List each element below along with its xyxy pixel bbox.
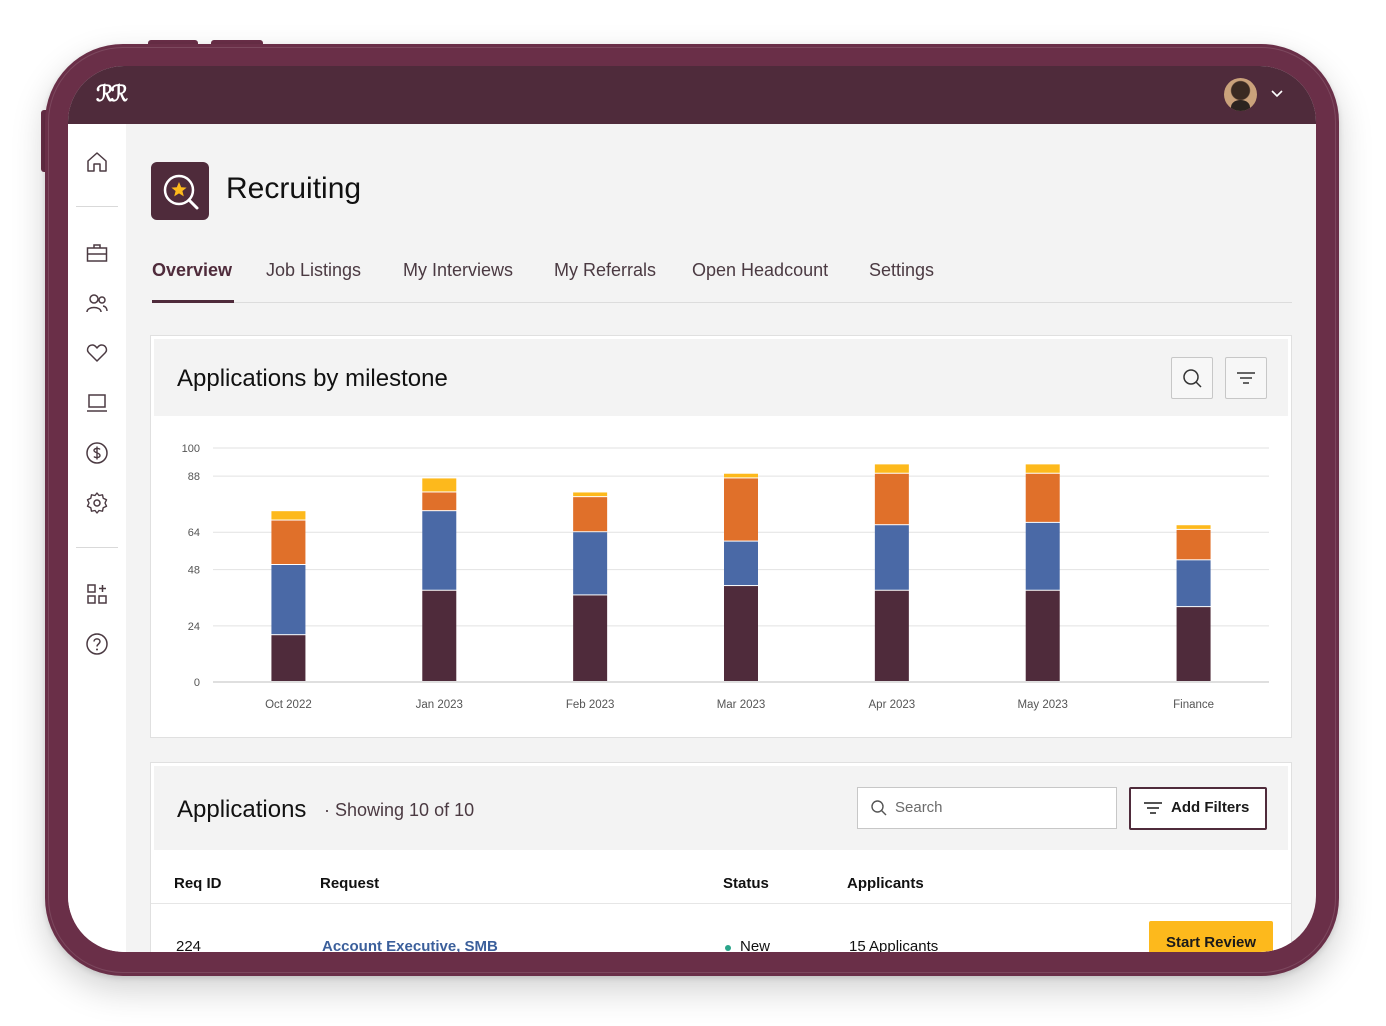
applications-header: Applications · Showing 10 of 10 Search A…	[154, 766, 1288, 850]
y-tick-label: 100	[182, 443, 200, 455]
briefcase-icon[interactable]	[85, 241, 109, 265]
x-tick-label: Apr 2023	[869, 699, 916, 711]
brand-logo[interactable]: ℛℛ	[96, 81, 128, 107]
applications-card: Applications · Showing 10 of 10 Search A…	[150, 762, 1292, 952]
home-icon[interactable]	[85, 150, 109, 174]
tab-my-referrals[interactable]: My Referrals	[554, 260, 656, 281]
help-icon[interactable]	[85, 632, 109, 656]
y-tick-label: 48	[188, 565, 200, 577]
start-review-button[interactable]: Start Review	[1149, 921, 1273, 952]
chevron-down-icon[interactable]	[1270, 86, 1284, 100]
bar-segment[interactable]	[1025, 464, 1060, 473]
bar-segment[interactable]	[1176, 529, 1211, 560]
bar-segment[interactable]	[422, 511, 457, 590]
bar-segment[interactable]	[1176, 560, 1211, 607]
bar-segment[interactable]	[724, 586, 758, 681]
y-tick-label: 0	[194, 677, 200, 689]
bar-segment[interactable]	[271, 520, 306, 564]
x-tick-label: Feb 2023	[566, 699, 615, 711]
tab-overview[interactable]: Overview	[152, 260, 232, 281]
bar-segment[interactable]	[1025, 590, 1060, 681]
bar-segment[interactable]	[573, 532, 608, 595]
column-header-req-id[interactable]: Req ID	[174, 875, 222, 892]
tab-bar: Overview Job Listings My Interviews My R…	[152, 260, 1292, 303]
bar-segment[interactable]	[422, 590, 457, 681]
app-screen: ℛℛ Recruiting Overview Job Listings My I…	[68, 66, 1316, 952]
sidebar-divider	[76, 547, 118, 548]
bar-segment[interactable]	[422, 492, 457, 511]
bar-segment[interactable]	[1176, 607, 1211, 681]
bar-segment[interactable]	[874, 525, 909, 590]
search-icon	[871, 800, 887, 816]
search-placeholder: Search	[895, 799, 943, 816]
bar-segment[interactable]	[1176, 525, 1211, 529]
applicants-cell: 15 Applicants	[849, 938, 939, 952]
x-tick-label: May 2023	[1017, 699, 1068, 711]
search-star-icon	[151, 162, 209, 220]
add-filters-label: Add Filters	[1171, 799, 1250, 816]
bar-segment[interactable]	[1025, 522, 1060, 590]
status-cell: New	[740, 938, 771, 952]
bar-segment[interactable]	[874, 464, 909, 473]
bar-segment[interactable]	[271, 635, 306, 681]
top-bar: ℛℛ	[68, 66, 1316, 124]
column-header-applicants[interactable]: Applicants	[847, 875, 924, 892]
tab-my-interviews[interactable]: My Interviews	[403, 260, 513, 281]
x-tick-label: Oct 2022	[265, 699, 312, 711]
tab-job-listings[interactable]: Job Listings	[266, 260, 361, 281]
header-divider	[151, 903, 1291, 904]
bar-segment[interactable]	[271, 565, 306, 635]
x-tick-label: Jan 2023	[416, 699, 463, 711]
dollar-icon[interactable]	[85, 441, 109, 465]
filter-icon	[1144, 802, 1162, 814]
applications-title: Applications	[177, 796, 307, 823]
stacked-bar-chart: 0 24 48 64 88 100 Oct 2022 Jan 2023 Feb 2023 Mar …	[182, 443, 1269, 711]
bar-segment[interactable]	[724, 478, 758, 541]
bar-segment[interactable]	[422, 478, 457, 492]
bar-segment[interactable]	[874, 590, 909, 681]
bar-segment[interactable]	[1025, 473, 1060, 522]
user-avatar[interactable]	[1224, 78, 1257, 111]
settings-icon[interactable]	[85, 491, 109, 515]
bar-segment[interactable]	[271, 511, 306, 520]
bar-segment[interactable]	[573, 595, 608, 681]
request-link[interactable]: Account Executive, SMB	[322, 938, 498, 952]
bar-segment[interactable]	[724, 541, 758, 586]
req-id-cell: 224	[176, 938, 202, 952]
heart-icon[interactable]	[85, 341, 109, 365]
laptop-icon[interactable]	[85, 391, 109, 415]
apps-add-icon[interactable]	[85, 582, 109, 606]
y-tick-label: 24	[188, 621, 200, 633]
bar-segment[interactable]	[724, 473, 758, 478]
bar-segment[interactable]	[874, 473, 909, 525]
page-title: Recruiting	[226, 172, 362, 205]
column-header-request[interactable]: Request	[320, 875, 379, 892]
search-input[interactable]: Search	[857, 787, 1117, 829]
x-tick-label: Finance	[1173, 699, 1214, 711]
bar-segment[interactable]	[573, 492, 608, 497]
add-filters-button[interactable]: Add Filters	[1129, 787, 1267, 830]
start-review-label: Start Review	[1165, 934, 1257, 951]
sidebar	[68, 124, 126, 952]
people-icon[interactable]	[85, 291, 109, 315]
y-tick-label: 88	[188, 471, 200, 483]
y-tick-label: 64	[188, 527, 200, 539]
bar-segment[interactable]	[573, 497, 608, 532]
tab-open-headcount[interactable]: Open Headcount	[692, 260, 828, 281]
applications-count: · Showing 10 of 10	[324, 800, 475, 820]
chart-card: Applications by milestone 0 24 48 64 88 100 Oc…	[150, 335, 1292, 738]
sidebar-divider	[76, 206, 118, 207]
column-header-status[interactable]: Status	[723, 875, 769, 892]
tab-settings[interactable]: Settings	[869, 260, 934, 281]
main-content: Recruiting Overview Job Listings My Inte…	[126, 124, 1316, 952]
status-dot	[725, 945, 731, 951]
x-tick-label: Mar 2023	[717, 699, 766, 711]
active-tab-indicator	[152, 300, 234, 303]
